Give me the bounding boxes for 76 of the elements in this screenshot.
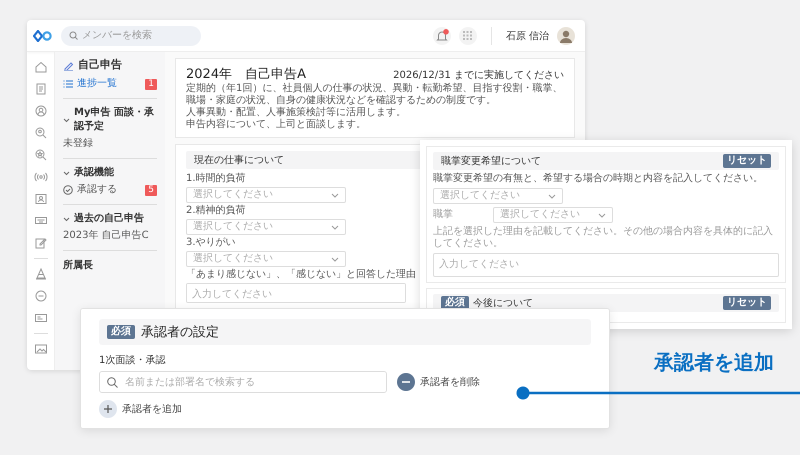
add-approver-button[interactable]: 承認者を追加 — [99, 400, 182, 418]
list-icon — [63, 79, 73, 89]
chat-icon[interactable] — [34, 289, 48, 303]
sidebar-item: 2023年 自己申告C — [63, 229, 149, 243]
reset-button[interactable]: リセット — [723, 154, 771, 168]
home-icon[interactable] — [34, 60, 48, 74]
callout-text: 承認者を追加 — [654, 350, 774, 374]
reset-button[interactable]: リセット — [723, 296, 771, 310]
caret-icon — [598, 212, 606, 218]
signal-icon[interactable] — [34, 170, 48, 184]
cone-icon[interactable] — [34, 267, 48, 281]
section-heading: My申告 面談・承認予定 — [74, 106, 155, 134]
grid-icon — [463, 31, 472, 40]
caret-icon — [331, 256, 339, 262]
section-heading: 所属長 — [63, 258, 94, 272]
description-text: 定期的（年1回）に、社員個人の仕事の状況、異動・転勤希望、目指す役割・職掌、職場・家庭の状況、自身の健康状況などを確認するための制度です。 — [186, 83, 564, 106]
caret-icon — [548, 194, 556, 198]
select-field[interactable]: 選択してください — [186, 251, 346, 267]
star-search-icon[interactable] — [34, 148, 48, 162]
sidebar-title: 自己申告 — [78, 58, 122, 72]
select-field[interactable]: 選択してください — [186, 187, 346, 203]
section-heading: 承認機能 — [74, 166, 114, 180]
search-field[interactable]: 名前または部署名で検索する — [99, 371, 387, 393]
search-icon — [107, 376, 118, 388]
chevron-icon[interactable] — [63, 216, 70, 222]
step-label: 1次面談・承認 — [99, 354, 166, 367]
avatar-icon[interactable] — [557, 26, 575, 44]
edit-icon[interactable] — [34, 236, 48, 250]
instruction-text: 職掌変更希望の有無と、希望する場合の時期と内容を記入してください。 — [433, 173, 764, 185]
section-header: 職掌変更希望について リセット — [433, 152, 779, 170]
logo-icon — [33, 30, 53, 42]
question-label: 2.精神的負荷 — [186, 205, 246, 217]
sidebar-item: 未登録 — [63, 137, 93, 151]
textarea-field[interactable]: 入力してください — [186, 283, 406, 303]
remove-approver-button[interactable]: 承認者を削除 — [397, 373, 480, 391]
card-icon[interactable] — [34, 311, 48, 325]
user-name: 石原 信治 — [506, 30, 549, 42]
chevron-icon[interactable] — [63, 116, 70, 124]
section-title: 今後について — [473, 297, 533, 310]
count-badge: 1 — [145, 78, 157, 90]
caret-icon — [331, 192, 339, 198]
description-text: 人事異動・配置、人事施策検討等に活用します。 — [186, 107, 407, 118]
select-field[interactable]: 選択してください — [493, 207, 613, 223]
pencil-icon — [63, 60, 74, 70]
sidebar-link[interactable]: 進捗一覧 — [77, 77, 117, 91]
apps-button[interactable] — [458, 26, 477, 44]
question-label: 「あまり感じない」、「感じない」と回答した理由 — [186, 269, 416, 281]
description-text: 申告内容について、上司と面談します。 — [186, 119, 367, 131]
select-field[interactable]: 選択してください — [433, 188, 563, 204]
search-field[interactable]: メンバーを検索 — [61, 26, 201, 46]
section-title: 承認者の設定 — [141, 324, 219, 341]
textarea-field[interactable]: 入力してください — [433, 253, 779, 277]
minus-circle-icon — [397, 373, 415, 391]
bell-icon — [434, 28, 449, 42]
question-label: 3.やりがい — [186, 237, 236, 249]
deadline-text: 2026/12/31 までに実施してください — [393, 68, 564, 82]
caret-icon — [331, 224, 339, 230]
select-field[interactable]: 選択してください — [186, 219, 346, 235]
required-badge: 必須 — [107, 325, 135, 339]
field-label: 職掌 — [433, 209, 454, 221]
check-circle-icon — [63, 185, 73, 195]
section-heading: 過去の自己申告 — [74, 212, 144, 226]
instruction-text: 上記を選択した理由を記載してください。その他の場合内容を具体的に記入してください。 — [433, 226, 774, 250]
plus-circle-icon — [99, 400, 117, 418]
bell-button[interactable] — [432, 26, 451, 44]
document-icon[interactable] — [34, 82, 48, 96]
question-label: 1.時間的負荷 — [186, 173, 246, 185]
id-card-icon[interactable] — [34, 192, 48, 206]
image-icon[interactable] — [34, 342, 48, 356]
user-search-icon[interactable] — [34, 126, 48, 140]
sidebar-link[interactable]: 承認する — [77, 183, 117, 197]
user-icon[interactable] — [34, 104, 48, 118]
search-icon — [69, 31, 78, 40]
count-badge: 5 — [145, 184, 157, 196]
survey-title: 2024年 自己申告A — [186, 66, 306, 82]
chevron-icon[interactable] — [63, 170, 70, 176]
